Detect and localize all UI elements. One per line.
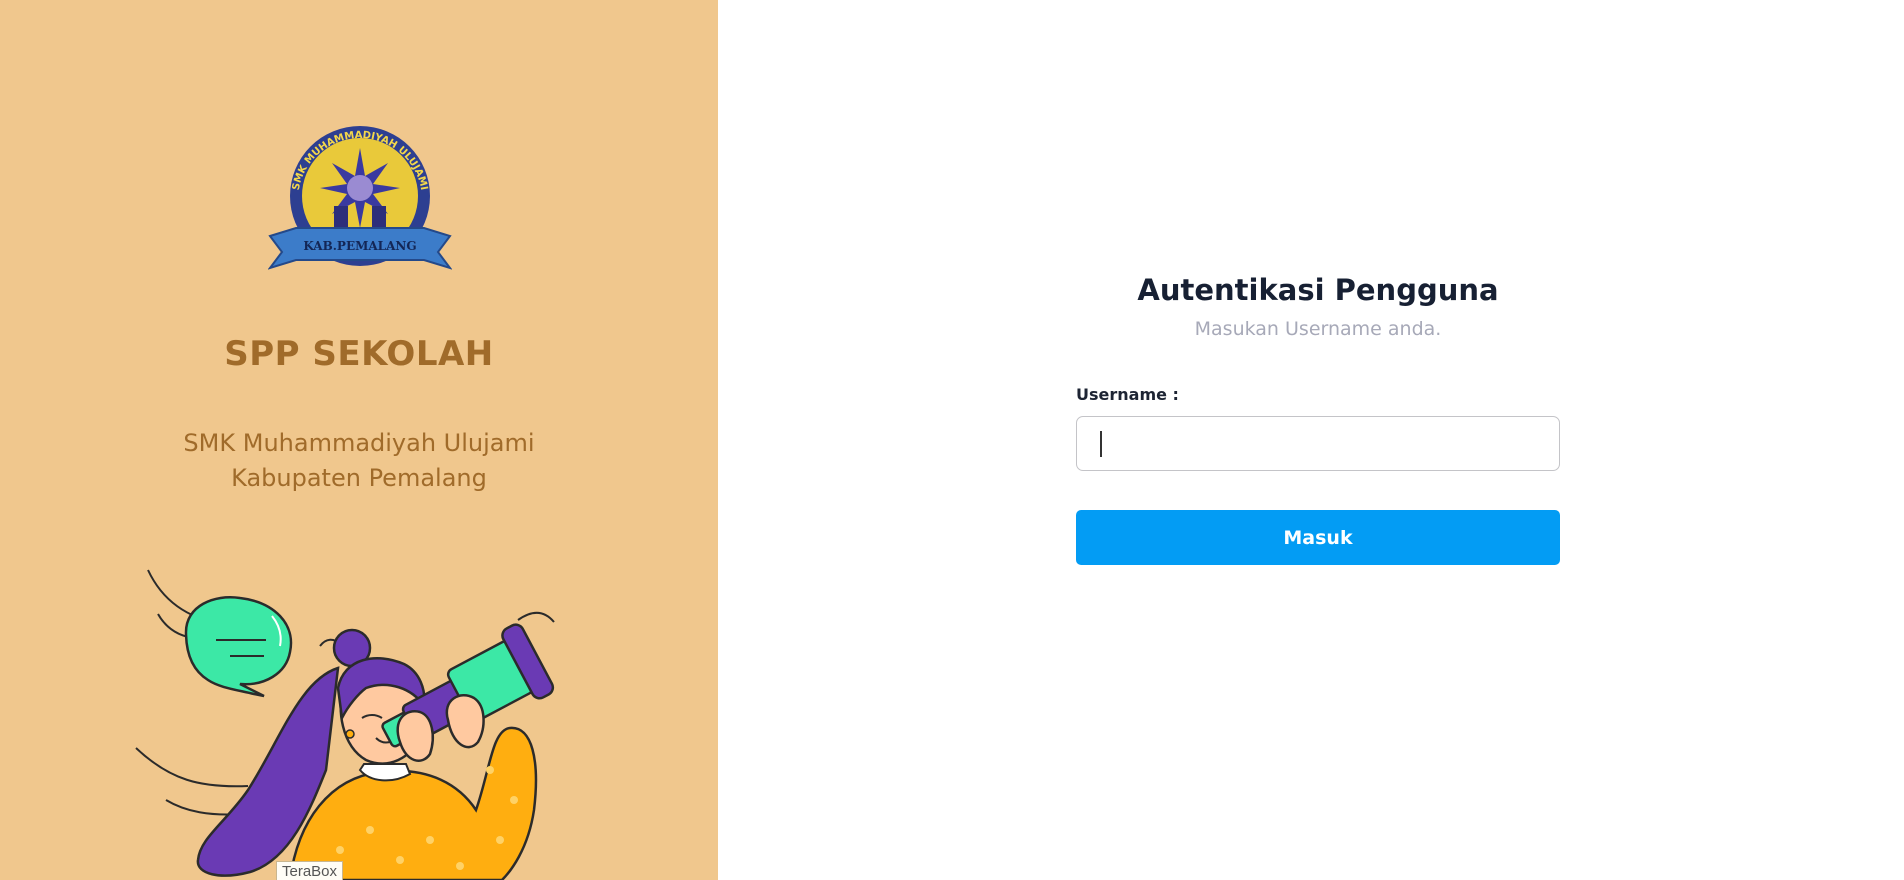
username-label: Username : (1076, 385, 1179, 404)
username-input[interactable] (1077, 417, 1559, 470)
login-subtitle: Masukan Username anda. (1194, 318, 1442, 340)
speech-bubble-icon (184, 596, 293, 698)
school-name: SMK Muhammadiyah Ulujami Kabupaten Pemal… (0, 426, 718, 496)
terabox-overlay-label[interactable]: TeraBox (276, 861, 344, 880)
motion-line (135, 747, 249, 788)
motion-line (517, 611, 555, 623)
username-field-wrapper (1076, 416, 1560, 471)
login-panel: Autentikasi Pengguna Masukan Username an… (718, 0, 1904, 880)
school-name-line-1: SMK Muhammadiyah Ulujami (183, 429, 535, 457)
school-logo-icon: SMK MUHAMMADIYAH ULUJAMI KAB.PEMALANG (268, 126, 452, 270)
login-form: Autentikasi Pengguna Masukan Username an… (1076, 268, 1560, 565)
school-name-line-2: Kabupaten Pemalang (231, 464, 487, 492)
text-caret (1100, 431, 1102, 457)
app-title: SPP SEKOLAH (224, 334, 494, 374)
login-button[interactable]: Masuk (1076, 510, 1560, 565)
login-title: Autentikasi Pengguna (1137, 273, 1499, 307)
woman-telescope-illustration (135, 569, 555, 880)
branding-panel: SMK MUHAMMADIYAH ULUJAMI KAB.PEMALANG SP… (0, 0, 718, 880)
logo-banner-text: KAB.PEMALANG (303, 239, 416, 253)
